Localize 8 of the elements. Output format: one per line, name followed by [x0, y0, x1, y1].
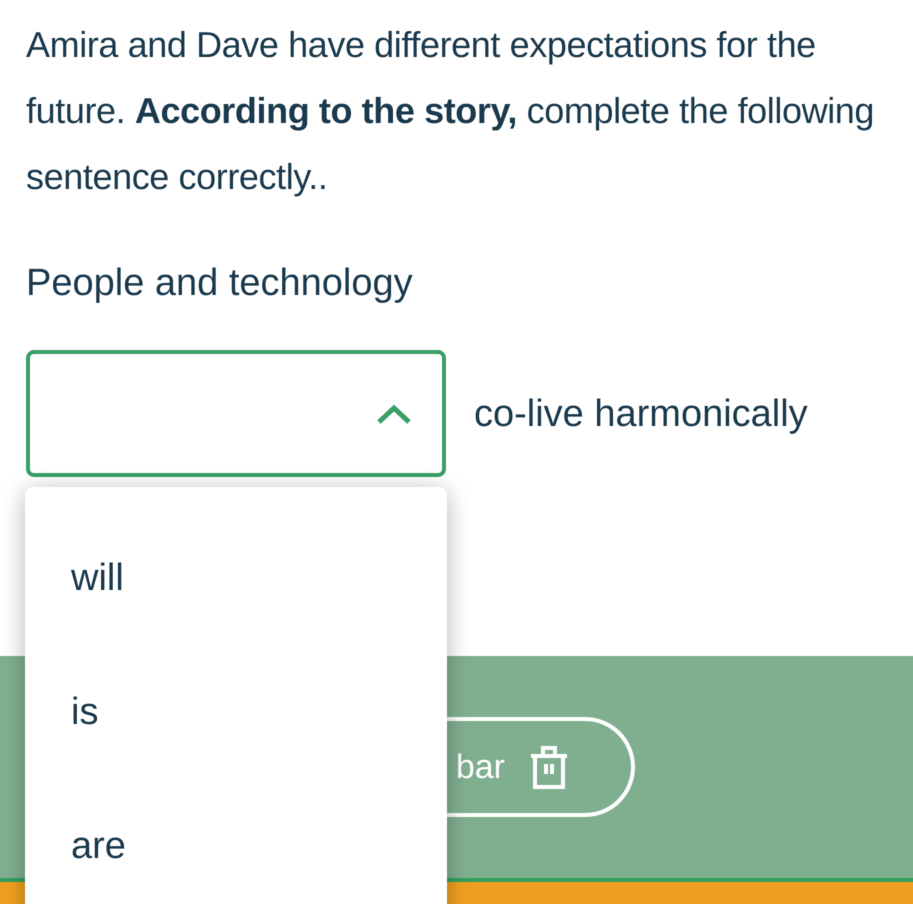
trash-icon [529, 744, 569, 790]
sentence-start: People and technology [26, 261, 413, 306]
chevron-icon [376, 402, 412, 424]
question-text: Amira and Dave have different expectations for the future. According to the story, complete the following sentence correctly.. [26, 23, 876, 199]
clear-label: bar [456, 746, 505, 788]
sentence-end: co-live harmonically [474, 392, 808, 436]
dropdown-option[interactable]: will [25, 511, 447, 645]
answer-dropdown[interactable] [26, 350, 446, 477]
